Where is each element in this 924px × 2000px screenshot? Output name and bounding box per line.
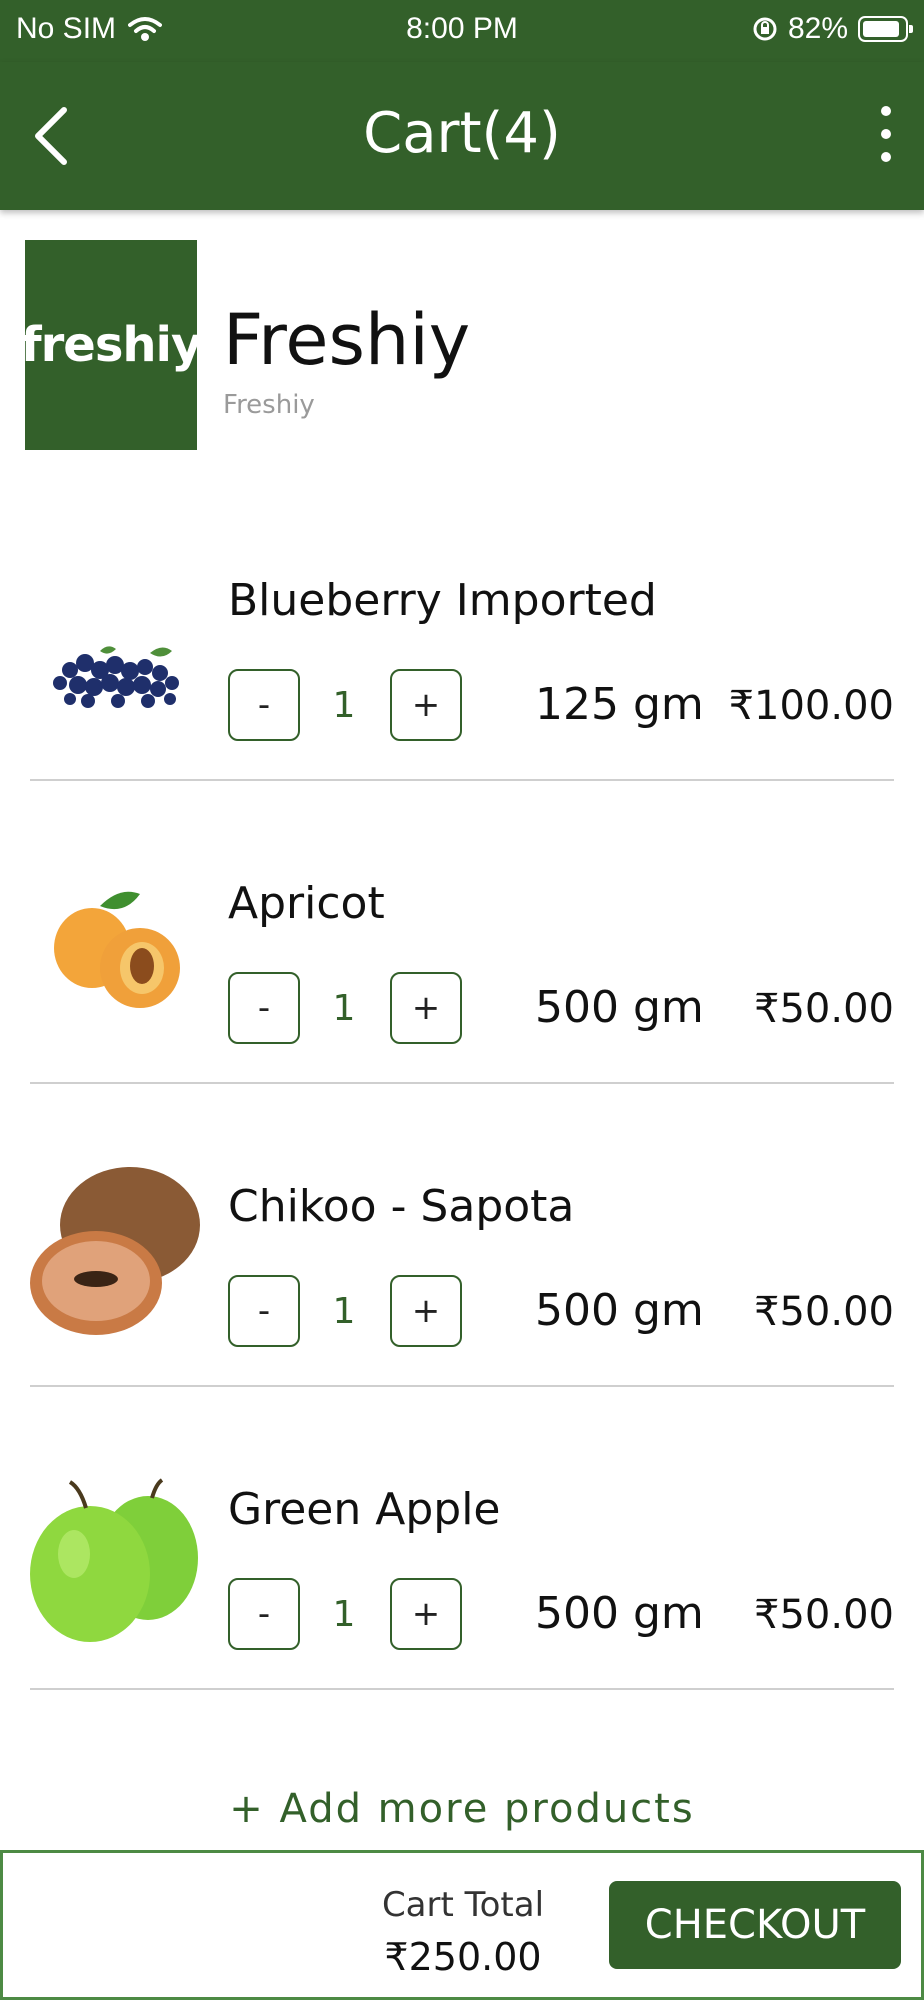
more-vertical-icon <box>881 106 891 116</box>
store-name: Freshiy <box>223 299 471 381</box>
increase-quantity-button[interactable]: + <box>390 972 462 1044</box>
item-price: ₹100.00 <box>728 683 894 729</box>
quantity-value: 1 <box>332 988 356 1029</box>
item-name: Chikoo - Sapota <box>228 1181 575 1232</box>
decrease-quantity-button[interactable]: - <box>228 1578 300 1650</box>
orientation-lock-icon <box>753 17 777 41</box>
item-weight: 125 gm <box>535 679 704 730</box>
quantity-value: 1 <box>332 1291 356 1332</box>
increase-quantity-button[interactable]: + <box>390 1275 462 1347</box>
store-subtitle: Freshiy <box>223 390 315 420</box>
divider <box>30 779 894 781</box>
green-apple-image <box>30 1478 198 1642</box>
cart-item: Blueberry Imported - 1 + 125 gm ₹100.00 <box>30 575 894 875</box>
cart-item: Apricot - 1 + 500 gm ₹50.00 <box>30 878 894 1178</box>
item-name: Green Apple <box>228 1484 501 1535</box>
store-section: freshiy Freshiy Freshiy <box>21 240 905 450</box>
more-options-button[interactable] <box>866 106 906 162</box>
decrease-quantity-button[interactable]: - <box>228 972 300 1044</box>
app-header: Cart(4) <box>0 62 924 210</box>
cart-footer: Cart Total ₹250.00 CHECKOUT <box>0 1850 924 2000</box>
increase-quantity-button[interactable]: + <box>390 669 462 741</box>
apricot-image <box>54 891 180 1008</box>
item-weight: 500 gm <box>535 1588 704 1639</box>
cart-item: Green Apple - 1 + 500 gm ₹50.00 <box>30 1478 894 1784</box>
item-price: ₹50.00 <box>754 986 894 1032</box>
divider <box>30 1385 894 1387</box>
increase-quantity-button[interactable]: + <box>390 1578 462 1650</box>
cart-total-value: ₹250.00 <box>384 1935 542 1979</box>
quantity-value: 1 <box>332 1594 356 1635</box>
item-weight: 500 gm <box>535 982 704 1033</box>
divider <box>30 1688 894 1690</box>
cart-total-label: Cart Total <box>381 1885 545 1925</box>
battery-icon <box>858 16 913 42</box>
decrease-quantity-button[interactable]: - <box>228 669 300 741</box>
cart-item: Chikoo - Sapota - 1 + 500 gm ₹50.00 <box>30 1167 894 1481</box>
item-price: ₹50.00 <box>754 1289 894 1335</box>
add-more-products-link[interactable]: + Add more products <box>0 1786 924 1832</box>
battery-percent: 82% <box>787 12 848 45</box>
page-title: Cart(4) <box>363 101 561 166</box>
decrease-quantity-button[interactable]: - <box>228 1275 300 1347</box>
blueberry-image <box>53 646 179 708</box>
item-name: Blueberry Imported <box>228 575 657 626</box>
item-weight: 500 gm <box>535 1285 704 1336</box>
item-name: Apricot <box>228 878 385 929</box>
chikoo-image <box>30 1167 200 1335</box>
status-bar: No SIM 8:00 PM 82% <box>0 0 924 62</box>
checkout-button[interactable]: CHECKOUT <box>609 1881 901 1969</box>
item-price: ₹50.00 <box>754 1592 894 1638</box>
divider <box>30 1082 894 1084</box>
store-logo: freshiy <box>21 240 202 450</box>
quantity-value: 1 <box>332 685 356 726</box>
